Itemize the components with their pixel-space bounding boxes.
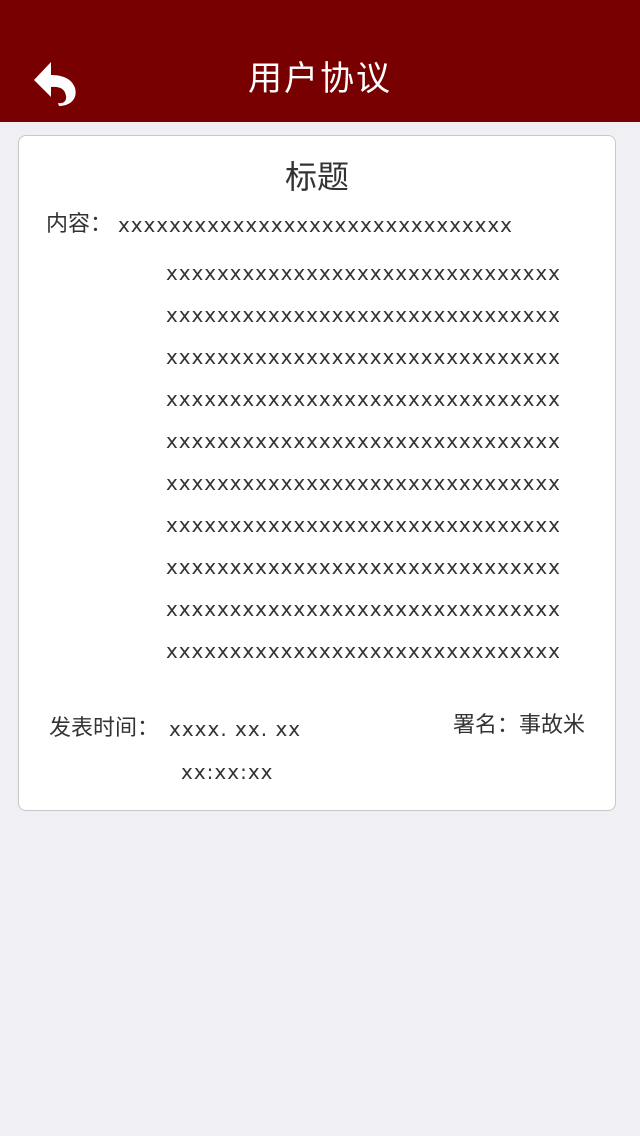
content-first-line: xxxxxxxxxxxxxxxxxxxxxxxxxxxxxxx [118, 213, 513, 237]
article-title: 标题 [284, 158, 349, 196]
content-line: xxxxxxxxxxxxxxxxxxxxxxxxxxxxxxx [166, 513, 561, 537]
content-line: xxxxxxxxxxxxxxxxxxxxxxxxxxxxxxx [166, 261, 561, 285]
content-line: xxxxxxxxxxxxxxxxxxxxxxxxxxxxxxx [166, 555, 561, 579]
publish-date: xxxx. xx. xx [169, 717, 302, 741]
content-line: xxxxxxxxxxxxxxxxxxxxxxxxxxxxxxx [166, 429, 561, 453]
page-title: 用户协议 [248, 59, 392, 99]
article-card: 标题 内容： xxxxxxxxxxxxxxxxxxxxxxxxxxxxxxx x… [18, 135, 616, 811]
content-line: xxxxxxxxxxxxxxxxxxxxxxxxxxxxxxx [166, 597, 561, 621]
content-body: xxxxxxxxxxxxxxxxxxxxxxxxxxxxxxx xxxxxxxx… [166, 252, 561, 672]
content-line: xxxxxxxxxxxxxxxxxxxxxxxxxxxxxxx [166, 471, 561, 495]
content-line: xxxxxxxxxxxxxxxxxxxxxxxxxxxxxxx [166, 387, 561, 411]
content-line: xxxxxxxxxxxxxxxxxxxxxxxxxxxxxxx [166, 639, 561, 663]
publish-time-label: 发表时间： [49, 716, 160, 741]
navigation-bar: 用户协议 [0, 0, 640, 122]
content-line: xxxxxxxxxxxxxxxxxxxxxxxxxxxxxxx [166, 303, 561, 327]
content-line: xxxxxxxxxxxxxxxxxxxxxxxxxxxxxxx [166, 345, 561, 369]
publish-time: xx:xx:xx [181, 760, 274, 784]
signature: 署名：事故米 [452, 713, 585, 738]
content-label: 内容： [46, 212, 113, 237]
